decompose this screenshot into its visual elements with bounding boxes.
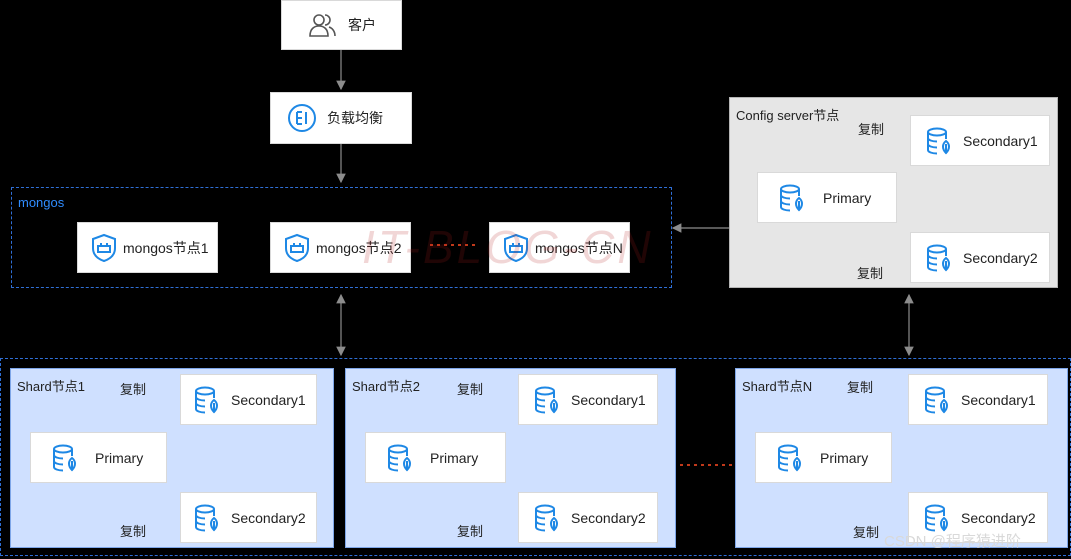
shard-2-secondary-2: Secondary2 — [518, 492, 658, 543]
shard-2-primary: Primary — [365, 432, 506, 483]
load-balancer-node: 负载均衡 — [270, 92, 412, 144]
users-icon — [306, 10, 340, 40]
shard-1-primary-label: Primary — [95, 449, 144, 466]
config-primary: Primary — [757, 172, 897, 223]
shard-n-secondary-2-label: Secondary2 — [961, 509, 1036, 526]
load-balancer-icon — [285, 101, 319, 135]
shard-1-secondary-1: Secondary1 — [180, 374, 317, 425]
watermark: IT-BLOG-CN — [362, 221, 654, 273]
shard-n-label: Shard节点N — [742, 379, 813, 394]
shard-n-primary: Primary — [755, 432, 892, 483]
shard-2-secondary-2-label: Secondary2 — [571, 509, 646, 526]
shard-2-primary-label: Primary — [430, 449, 479, 466]
database-icon — [778, 183, 808, 213]
shard-1-copy-top: 复制 — [120, 382, 147, 397]
mongos-node-1-label: mongos节点1 — [123, 239, 209, 256]
mongos-group-label: mongos — [18, 195, 65, 210]
database-icon — [51, 443, 81, 473]
mongos-node-1: mongos节点1 — [77, 222, 218, 273]
shard-1-label: Shard节点1 — [17, 379, 85, 394]
database-icon — [533, 503, 563, 533]
database-icon — [923, 503, 953, 533]
shard-2-secondary-1: Secondary1 — [518, 374, 658, 425]
config-secondary-2-label: Secondary2 — [963, 249, 1038, 266]
database-icon — [776, 443, 806, 473]
database-icon — [193, 385, 223, 415]
client-node: 客户 — [281, 0, 402, 50]
database-icon — [925, 126, 955, 156]
shield-router-icon — [90, 233, 118, 263]
shard-n-copy-top: 复制 — [847, 380, 874, 395]
shard-1-secondary-1-label: Secondary1 — [231, 391, 306, 408]
database-icon — [533, 385, 563, 415]
shield-router-icon — [283, 233, 311, 263]
shard-n-secondary-1-label: Secondary1 — [961, 391, 1036, 408]
config-copy-top: 复制 — [858, 122, 885, 137]
shard-2-copy-top: 复制 — [457, 382, 484, 397]
database-icon — [923, 385, 953, 415]
csdn-footer: CSDN @程序猿进阶 — [884, 533, 1021, 550]
config-server-label: Config server节点 — [736, 108, 840, 123]
database-icon — [193, 503, 223, 533]
shard-1-copy-bottom: 复制 — [120, 524, 147, 539]
config-secondary-1: Secondary1 — [910, 115, 1050, 166]
shard-2-label: Shard节点2 — [352, 379, 420, 394]
config-primary-label: Primary — [823, 189, 872, 206]
shard-n-primary-label: Primary — [820, 449, 869, 466]
shard-n-secondary-1: Secondary1 — [908, 374, 1048, 425]
database-icon — [386, 443, 416, 473]
client-label: 客户 — [348, 17, 376, 33]
config-secondary-1-label: Secondary1 — [963, 132, 1038, 149]
shard-n-copy-bottom: 复制 — [853, 525, 880, 540]
shard-1-secondary-2-label: Secondary2 — [231, 509, 306, 526]
shard-1-secondary-2: Secondary2 — [180, 492, 317, 543]
shard-1-primary: Primary — [30, 432, 167, 483]
database-icon — [925, 243, 955, 273]
load-balancer-label: 负载均衡 — [327, 110, 383, 126]
config-copy-bottom: 复制 — [857, 266, 884, 281]
shard-2-copy-bottom: 复制 — [457, 524, 484, 539]
shard-2-secondary-1-label: Secondary1 — [571, 391, 646, 408]
config-secondary-2: Secondary2 — [910, 232, 1050, 283]
